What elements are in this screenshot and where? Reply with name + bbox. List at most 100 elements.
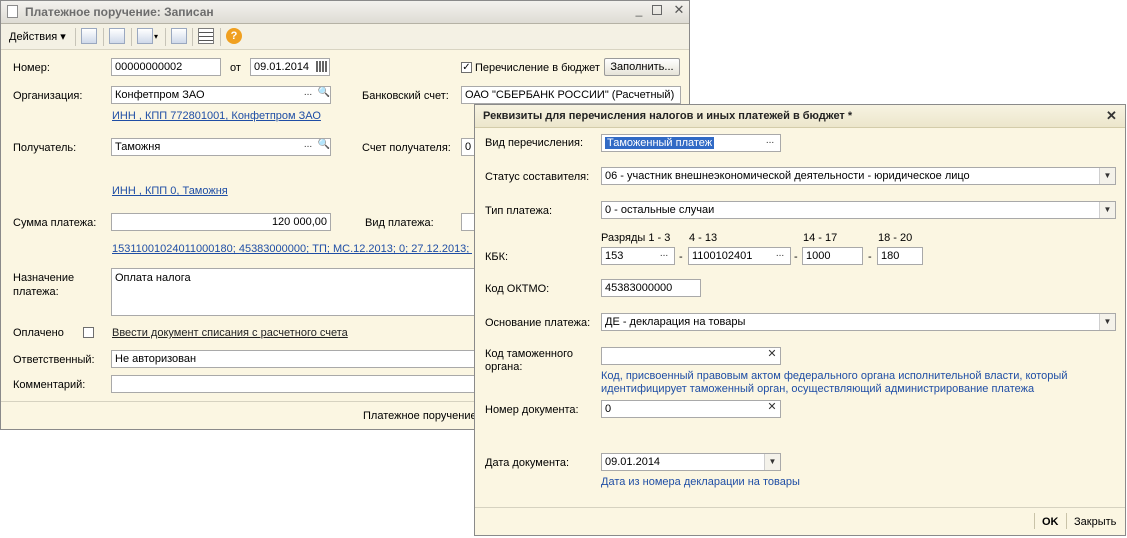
kbk-part-1-value: 153: [605, 250, 624, 262]
toolbar-separator: [75, 28, 76, 46]
kbk-label: КБК:: [485, 251, 509, 263]
chevron-down-icon[interactable]: ▾: [154, 32, 158, 41]
actions-menu[interactable]: Действия ▾: [9, 30, 66, 43]
amount-label: Сумма платежа:: [13, 217, 97, 229]
basis-label: Основание платежа:: [485, 317, 591, 329]
chevron-down-icon[interactable]: ▼: [1099, 168, 1115, 184]
recipient-input-value: Таможня: [115, 141, 161, 153]
kbk-part-2-value: 1100102401: [692, 250, 753, 262]
kbk-header-4: 18 - 20: [878, 232, 913, 244]
bank-account-input[interactable]: ОАО "СБЕРБАНК РОССИИ" (Расчетный): [461, 86, 681, 104]
date-from-label: от: [230, 62, 241, 74]
chevron-down-icon[interactable]: ▼: [1099, 314, 1115, 330]
help-icon[interactable]: ?: [226, 28, 242, 44]
payment-details-link[interactable]: 15311001024011000180; 45383000000; ТП; М…: [112, 243, 472, 255]
fill-button[interactable]: Заполнить...: [604, 58, 680, 76]
save-close-icon[interactable]: [81, 28, 97, 44]
chevron-down-icon[interactable]: ▼: [1099, 202, 1115, 218]
organization-link[interactable]: ИНН , КПП 772801001, Конфетпром ЗАО: [112, 110, 321, 122]
recipient-link[interactable]: ИНН , КПП 0, Таможня: [112, 185, 228, 197]
basis-select[interactable]: ДЕ - декларация на товары ▼: [601, 313, 1116, 331]
main-window-title: Платежное поручение: Записан: [25, 5, 214, 19]
customs-code-input[interactable]: ✕: [601, 347, 781, 365]
kbk-part-3-input[interactable]: 1000: [802, 247, 863, 265]
paid-checkbox[interactable]: [83, 327, 94, 338]
close-button[interactable]: Закрыть: [1074, 516, 1116, 528]
chevron-down-icon[interactable]: ▼: [764, 454, 780, 470]
status-value: 06 - участник внешнеэкономической деятел…: [605, 170, 970, 182]
responsible-input[interactable]: Не авторизован: [111, 350, 481, 368]
create-based-on-icon[interactable]: [137, 28, 153, 44]
oktmo-input[interactable]: 45383000000: [601, 279, 701, 297]
payment-type-label: Тип платежа:: [485, 205, 553, 217]
transfer-type-label: Вид перечисления:: [485, 137, 584, 149]
document-structure-icon[interactable]: [171, 28, 187, 44]
clear-icon[interactable]: ✕: [764, 348, 780, 364]
kbk-part-4-input[interactable]: 180: [877, 247, 923, 265]
toolbar-separator: [192, 28, 193, 46]
select-button[interactable]: ...: [656, 248, 672, 264]
date-input[interactable]: 09.01.2014: [250, 58, 330, 76]
customs-code-label-line1: Код таможенного: [485, 348, 573, 360]
search-icon[interactable]: 🔍: [316, 87, 330, 103]
copy-icon[interactable]: [109, 28, 125, 44]
kbk-dash: -: [679, 251, 683, 263]
doc-number-input[interactable]: 0 ✕: [601, 400, 781, 418]
kbk-part-2-input[interactable]: 1100102401 ...: [688, 247, 791, 265]
recipient-account-label: Счет получателя:: [362, 142, 451, 154]
organization-input-value: Конфетпром ЗАО: [115, 89, 205, 101]
budget-transfer-checkbox[interactable]: ✓: [461, 62, 472, 73]
kbk-dash: -: [794, 251, 798, 263]
toolbar-separator: [165, 28, 166, 46]
select-button[interactable]: ...: [762, 135, 778, 151]
payment-type-value: 0 - остальные случаи: [605, 204, 715, 216]
kbk-part-1-input[interactable]: 153 ...: [601, 247, 675, 265]
organization-label: Организация:: [13, 90, 83, 102]
transfer-type-value: Таможенный платеж: [605, 137, 715, 149]
organization-input[interactable]: Конфетпром ЗАО ... 🔍: [111, 86, 331, 104]
doc-date-select[interactable]: 09.01.2014 ▼: [601, 453, 781, 471]
paid-label: Оплачено: [13, 327, 64, 339]
dialog-titlebar[interactable]: Реквизиты для перечисления налогов и ины…: [475, 105, 1125, 128]
footer-text: Платежное поручение: [363, 410, 477, 422]
purpose-textarea[interactable]: Оплата налога: [111, 268, 481, 316]
ok-button[interactable]: OK: [1042, 516, 1059, 528]
amount-input[interactable]: 120 000,00: [111, 213, 331, 231]
status-label: Статус составителя:: [485, 171, 590, 183]
document-icon: [7, 5, 18, 18]
recipient-label: Получатель:: [13, 142, 77, 154]
kbk-header-2: 4 - 13: [689, 232, 718, 244]
kbk-header-1: Разряды 1 - 3: [601, 232, 671, 244]
recipient-input[interactable]: Таможня ... 🔍: [111, 138, 331, 156]
dialog-footer-separator: [1034, 513, 1035, 529]
comment-input[interactable]: [111, 375, 481, 393]
comment-label: Комментарий:: [13, 379, 86, 391]
doc-date-label: Дата документа:: [485, 457, 570, 469]
list-icon[interactable]: [198, 28, 214, 44]
close-icon[interactable]: ✕: [672, 3, 686, 17]
maximize-icon[interactable]: [652, 5, 662, 15]
calendar-icon[interactable]: [316, 61, 327, 72]
customs-code-note-line2: идентифицирует таможенный орган, осущест…: [601, 383, 1035, 395]
purpose-label-line1: Назначение: [13, 272, 75, 284]
select-button[interactable]: ...: [300, 87, 316, 103]
search-icon[interactable]: 🔍: [316, 139, 330, 155]
dialog-footer-separator: [1066, 513, 1067, 529]
toolbar-separator: [131, 28, 132, 46]
toolbar-separator: [220, 28, 221, 46]
toolbar-separator: [103, 28, 104, 46]
doc-number-value: 0: [605, 403, 612, 415]
close-icon[interactable]: ✕: [1106, 108, 1117, 124]
status-select[interactable]: 06 - участник внешнеэкономической деятел…: [601, 167, 1116, 185]
main-titlebar[interactable]: Платежное поручение: Записан _ ✕: [1, 1, 689, 24]
minimize-icon[interactable]: _: [632, 4, 646, 18]
payment-type-select[interactable]: 0 - остальные случаи ▼: [601, 201, 1116, 219]
number-label: Номер:: [13, 62, 50, 74]
select-button[interactable]: ...: [772, 248, 788, 264]
writeoff-link[interactable]: Ввести документ списания с расчетного сч…: [112, 327, 348, 339]
select-button[interactable]: ...: [300, 139, 316, 155]
dialog-title: Реквизиты для перечисления налогов и ины…: [483, 110, 853, 122]
clear-icon[interactable]: ✕: [764, 401, 780, 417]
number-input[interactable]: 00000000002: [111, 58, 221, 76]
transfer-type-input[interactable]: Таможенный платеж ...: [601, 134, 781, 152]
